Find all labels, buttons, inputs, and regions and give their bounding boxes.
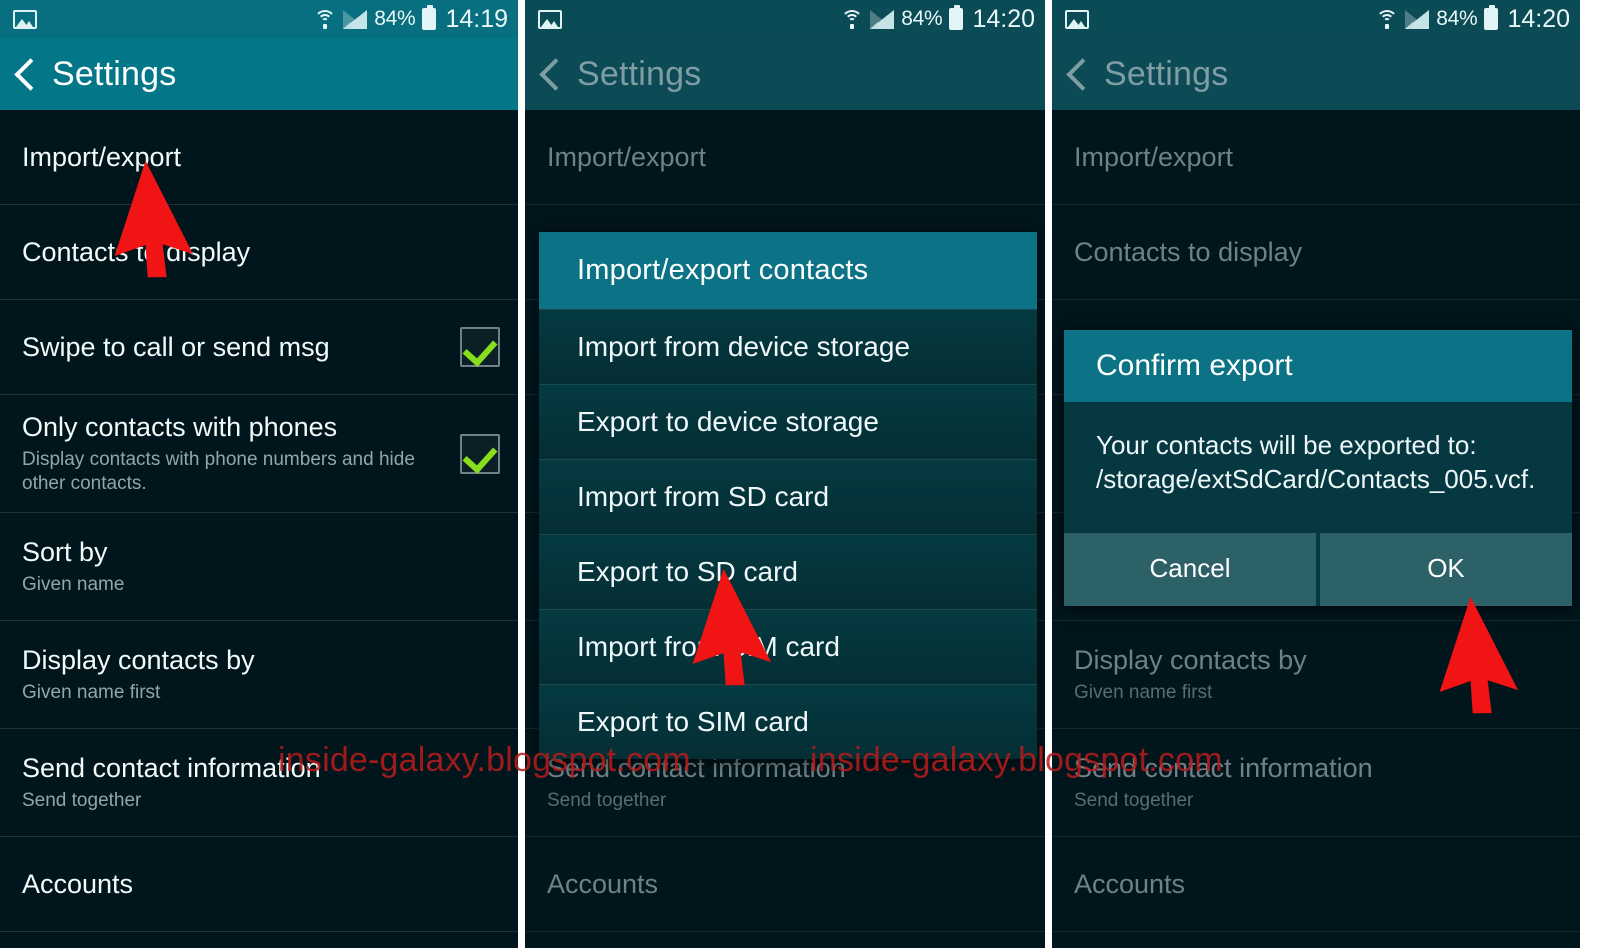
dialog-title: Import/export contacts xyxy=(539,232,1037,309)
settings-row-only-contacts-with-phones[interactable]: Only contacts with phones Display contac… xyxy=(0,395,518,513)
panel-divider xyxy=(1045,0,1052,948)
row-title: Swipe to call or send msg xyxy=(22,331,330,362)
settings-row-contacts-to-display[interactable]: Contacts to display xyxy=(0,205,518,300)
dialog-option-import-device-storage[interactable]: Import from device storage xyxy=(539,309,1037,384)
settings-row-import-export: Import/export xyxy=(525,110,1045,205)
signal-icon xyxy=(343,9,368,29)
panel-divider xyxy=(518,0,525,948)
settings-row-import-export[interactable]: Import/export xyxy=(0,110,518,205)
battery-icon xyxy=(422,5,437,30)
checkbox-only-contacts-with-phones[interactable] xyxy=(460,433,500,474)
screenshot-stage: 84% 14:19 Settings Import/export Contact… xyxy=(0,0,1600,948)
settings-row-accounts: Accounts xyxy=(525,837,1045,932)
action-bar: Settings xyxy=(525,38,1045,110)
page-title: Settings xyxy=(577,54,702,93)
page-title: Settings xyxy=(52,54,177,93)
signal-icon xyxy=(1405,9,1430,29)
dialog-message: Your contacts will be exported to: /stor… xyxy=(1064,402,1572,531)
checkbox-swipe-to-call[interactable] xyxy=(460,327,500,367)
row-title: Import/export xyxy=(22,141,182,172)
status-clock: 14:20 xyxy=(1507,4,1570,33)
row-title: Accounts xyxy=(547,868,659,899)
row-title: Accounts xyxy=(1074,868,1186,899)
back-chevron-icon[interactable] xyxy=(539,57,559,91)
dialog-title: Confirm export xyxy=(1064,330,1572,402)
confirm-export-dialog: Confirm export Your contacts will be exp… xyxy=(1064,330,1572,606)
image-icon xyxy=(1065,9,1089,29)
row-subtitle: Send together xyxy=(22,790,142,812)
status-clock: 14:20 xyxy=(972,4,1035,33)
image-icon xyxy=(13,9,37,29)
status-bar: 84% 14:19 xyxy=(0,0,518,38)
page-title: Settings xyxy=(1104,54,1229,93)
settings-row-sort-by[interactable]: Sort by Given name xyxy=(0,513,518,621)
row-subtitle: Send together xyxy=(547,790,667,812)
action-bar: Settings xyxy=(1052,38,1580,110)
settings-row-accounts[interactable]: Accounts xyxy=(0,837,518,932)
status-bar: 84% 14:20 xyxy=(1052,0,1580,38)
settings-row-contacts-to-display: Contacts to display xyxy=(1052,205,1580,300)
ok-button[interactable]: OK xyxy=(1320,532,1572,606)
back-chevron-icon[interactable] xyxy=(1066,57,1086,91)
row-subtitle: Given name xyxy=(22,574,125,596)
row-title: Contacts to display xyxy=(1074,236,1303,267)
panel-confirm-export-dialog: 84% 14:20 Settings Import/export Contact… xyxy=(1052,0,1580,948)
dialog-button-row: Cancel OK xyxy=(1064,530,1572,606)
row-title: Display contacts by xyxy=(22,644,255,675)
settings-row-import-export: Import/export xyxy=(1052,110,1580,205)
row-title: Import/export xyxy=(1074,141,1234,172)
panel-import-export-dialog: 84% 14:20 Settings Import/export Contact… xyxy=(525,0,1045,948)
battery-icon xyxy=(949,5,964,30)
battery-icon xyxy=(1484,5,1499,30)
wifi-icon xyxy=(1376,9,1399,29)
dialog-option-import-sd-card[interactable]: Import from SD card xyxy=(539,459,1037,534)
battery-percent: 84% xyxy=(1436,7,1478,30)
row-title: Sort by xyxy=(22,536,108,567)
row-title: Send contact information xyxy=(1074,752,1373,783)
row-subtitle: Display contacts with phone numbers and … xyxy=(22,449,415,495)
row-title: Import/export xyxy=(547,141,707,172)
dialog-option-export-sim-card[interactable]: Export to SIM card xyxy=(539,684,1037,759)
battery-percent: 84% xyxy=(901,7,943,30)
settings-list: Import/export Contacts to display Swipe … xyxy=(0,110,518,932)
settings-row-send-contact-information: Send contact information Send together xyxy=(1052,729,1580,837)
wifi-icon xyxy=(314,9,337,29)
row-title: Contacts to display xyxy=(22,236,251,267)
settings-row-accounts: Accounts xyxy=(1052,837,1580,932)
row-title: Send contact information xyxy=(22,752,321,783)
dialog-option-export-device-storage[interactable]: Export to device storage xyxy=(539,384,1037,459)
status-clock: 14:19 xyxy=(445,4,508,33)
settings-row-send-contact-information[interactable]: Send contact information Send together xyxy=(0,729,518,837)
cancel-button[interactable]: Cancel xyxy=(1064,532,1316,606)
wifi-icon xyxy=(841,9,864,29)
row-subtitle: Given name first xyxy=(22,682,161,704)
battery-percent: 84% xyxy=(374,7,416,30)
signal-icon xyxy=(870,9,895,29)
row-title: Accounts xyxy=(22,868,134,899)
status-bar: 84% 14:20 xyxy=(525,0,1045,38)
action-bar: Settings xyxy=(0,38,518,110)
settings-row-swipe-to-call[interactable]: Swipe to call or send msg xyxy=(0,300,518,395)
image-icon xyxy=(538,9,562,29)
settings-row-display-contacts-by[interactable]: Display contacts by Given name first xyxy=(0,621,518,729)
row-subtitle: Send together xyxy=(1074,790,1194,812)
back-chevron-icon[interactable] xyxy=(14,57,34,91)
panel-contacts-settings: 84% 14:19 Settings Import/export Contact… xyxy=(0,0,518,948)
row-title: Only contacts with phones xyxy=(22,412,338,443)
